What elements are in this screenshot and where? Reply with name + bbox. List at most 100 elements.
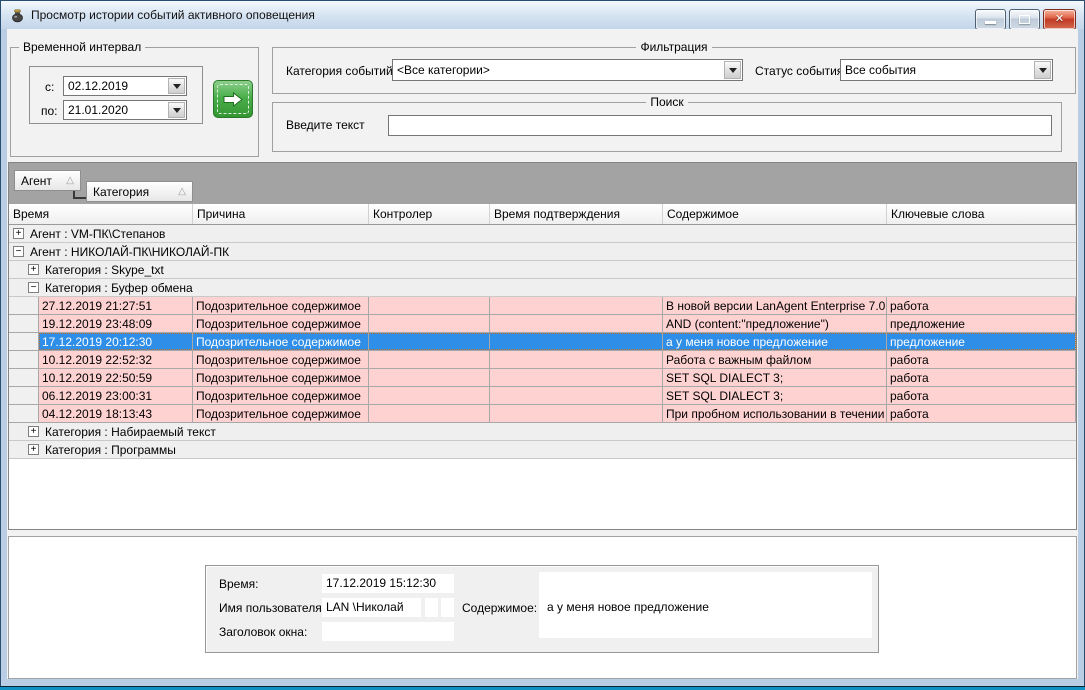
column-header[interactable]: Причина bbox=[193, 204, 369, 224]
row-indent-gutter bbox=[9, 333, 39, 350]
cell: предложение bbox=[887, 315, 1076, 332]
row-indent-gutter bbox=[9, 351, 39, 368]
chevron-down-icon bbox=[1039, 68, 1047, 77]
close-button[interactable] bbox=[1043, 9, 1076, 30]
group-label: Категория : Набираемый текст bbox=[45, 425, 216, 439]
detail-content-label: Содержимое: : bbox=[462, 601, 544, 615]
cell: работа bbox=[887, 405, 1076, 422]
table-row[interactable]: 17.12.2019 20:12:30Подозрительное содерж… bbox=[9, 333, 1076, 351]
filter-legend: Фильтрация bbox=[636, 40, 711, 54]
column-header[interactable]: Содержимое bbox=[663, 204, 887, 224]
detail-user-extra-box[interactable] bbox=[441, 598, 454, 617]
minimize-button[interactable] bbox=[975, 9, 1006, 30]
table-row[interactable]: 06.12.2019 23:00:31Подозрительное содерж… bbox=[9, 387, 1076, 405]
row-indent-gutter bbox=[9, 297, 39, 314]
app-window: Просмотр истории событий активного опове… bbox=[0, 0, 1085, 690]
date-from-select[interactable]: 02.12.2019 bbox=[63, 76, 187, 96]
group-by-agent-button[interactable]: Агент △ bbox=[14, 170, 81, 191]
row-indent-gutter bbox=[9, 369, 39, 386]
titlebar[interactable]: Просмотр истории событий активного опове… bbox=[1, 1, 1084, 29]
arrow-right-icon bbox=[222, 92, 244, 107]
cell: 27.12.2019 21:27:51 bbox=[39, 297, 193, 314]
cell: работа bbox=[887, 387, 1076, 404]
expand-icon[interactable]: + bbox=[28, 444, 39, 455]
events-grid: Агент △ Категория △ ВремяПричинаКонтроле… bbox=[8, 162, 1077, 530]
cell: работа bbox=[887, 351, 1076, 368]
cell: 10.12.2019 22:52:32 bbox=[39, 351, 193, 368]
cell: В новой версии LanAgent Enterprise 7.0 п… bbox=[663, 297, 887, 314]
table-row[interactable]: 10.12.2019 22:52:32Подозрительное содерж… bbox=[9, 351, 1076, 369]
cell bbox=[490, 387, 663, 404]
group-row[interactable]: +Категория : Skype_txt bbox=[9, 261, 1076, 279]
detail-time-label: Время: bbox=[219, 577, 258, 591]
status-filter-label: Статус события bbox=[755, 64, 843, 78]
column-header[interactable]: Контролер bbox=[369, 204, 490, 224]
status-filter-select[interactable]: Все события bbox=[840, 59, 1053, 81]
date-from-label: с: bbox=[45, 80, 54, 94]
cell bbox=[369, 333, 490, 350]
group-row[interactable]: + Категория : Набираемый текст bbox=[9, 423, 1076, 441]
cell bbox=[490, 315, 663, 332]
cell bbox=[490, 351, 663, 368]
column-header[interactable]: Время bbox=[9, 204, 193, 224]
category-filter-label: Категория событий bbox=[286, 64, 393, 78]
cell bbox=[490, 297, 663, 314]
cell: SET SQL DIALECT 3; bbox=[663, 369, 887, 386]
expand-icon[interactable]: + bbox=[28, 426, 39, 437]
date-to-label: по: bbox=[41, 104, 58, 118]
expand-icon[interactable]: + bbox=[13, 228, 24, 239]
group-row[interactable]: +Категория : Программы bbox=[9, 441, 1076, 459]
group-row[interactable]: −Агент : НИКОЛАЙ-ПК\НИКОЛАЙ-ПК bbox=[9, 243, 1076, 261]
collapse-icon[interactable]: − bbox=[13, 246, 24, 257]
close-icon bbox=[1044, 12, 1075, 25]
column-header[interactable]: Ключевые слова bbox=[887, 204, 1076, 224]
maximize-button[interactable] bbox=[1009, 9, 1040, 30]
cell bbox=[369, 315, 490, 332]
detail-content-field[interactable]: а у меня новое предложение bbox=[539, 572, 872, 638]
minimize-icon bbox=[985, 21, 996, 24]
column-header[interactable]: Время подтверждения bbox=[490, 204, 663, 224]
category-filter-select[interactable]: <Все категории> bbox=[392, 59, 743, 81]
date-to-dropdown-button[interactable] bbox=[168, 102, 185, 118]
window-controls bbox=[975, 9, 1076, 30]
row-indent-gutter bbox=[9, 405, 39, 422]
expand-icon[interactable]: + bbox=[28, 264, 39, 275]
collapse-icon[interactable]: − bbox=[28, 282, 39, 293]
cell bbox=[490, 369, 663, 386]
category-filter-value: <Все категории> bbox=[397, 63, 723, 77]
status-filter-value: Все события bbox=[845, 63, 1033, 77]
date-to-select[interactable]: 21.01.2020 bbox=[63, 100, 187, 120]
category-dropdown-button[interactable] bbox=[724, 61, 741, 79]
date-from-value: 02.12.2019 bbox=[68, 79, 167, 93]
chevron-down-icon bbox=[729, 68, 737, 77]
group-row[interactable]: + Агент : VM-ПК\Степанов bbox=[9, 225, 1076, 243]
group-row[interactable]: −Категория : Буфер обмена bbox=[9, 279, 1076, 297]
group-by-band[interactable]: Агент △ Категория △ bbox=[9, 163, 1076, 204]
cell bbox=[490, 405, 663, 422]
date-from-dropdown-button[interactable] bbox=[168, 78, 185, 94]
apply-interval-button[interactable] bbox=[213, 80, 253, 118]
detail-time-field[interactable]: 17.12.2019 15:12:30 bbox=[322, 574, 454, 593]
table-row[interactable]: 19.12.2019 23:48:09Подозрительное содерж… bbox=[9, 315, 1076, 333]
cell: AND (content:"предложение") bbox=[663, 315, 887, 332]
group-by-category-button[interactable]: Категория △ bbox=[86, 181, 193, 202]
table-row[interactable]: 27.12.2019 21:27:51Подозрительное содерж… bbox=[9, 297, 1076, 315]
status-dropdown-button[interactable] bbox=[1034, 61, 1051, 79]
cell: 19.12.2019 23:48:09 bbox=[39, 315, 193, 332]
detail-window-title-field[interactable] bbox=[322, 622, 454, 641]
cell: Подозрительное содержимое bbox=[193, 351, 369, 368]
grid-header: ВремяПричинаКонтролерВремя подтверждения… bbox=[9, 204, 1076, 225]
cell: 06.12.2019 23:00:31 bbox=[39, 387, 193, 404]
cell: предложение bbox=[887, 333, 1076, 350]
table-row[interactable]: 10.12.2019 22:50:59Подозрительное содерж… bbox=[9, 369, 1076, 387]
detail-user-field[interactable]: LAN \Николай bbox=[322, 598, 421, 617]
detail-user-extra-box[interactable] bbox=[425, 598, 438, 617]
search-input[interactable] bbox=[388, 115, 1052, 136]
group-label: Агент : VM-ПК\Степанов bbox=[30, 227, 165, 241]
cell bbox=[490, 333, 663, 350]
cell: 10.12.2019 22:50:59 bbox=[39, 369, 193, 386]
table-row[interactable]: 04.12.2019 18:13:43Подозрительное содерж… bbox=[9, 405, 1076, 423]
row-indent-gutter bbox=[9, 387, 39, 404]
cell: Подозрительное содержимое bbox=[193, 369, 369, 386]
sort-ascending-icon: △ bbox=[66, 175, 74, 186]
